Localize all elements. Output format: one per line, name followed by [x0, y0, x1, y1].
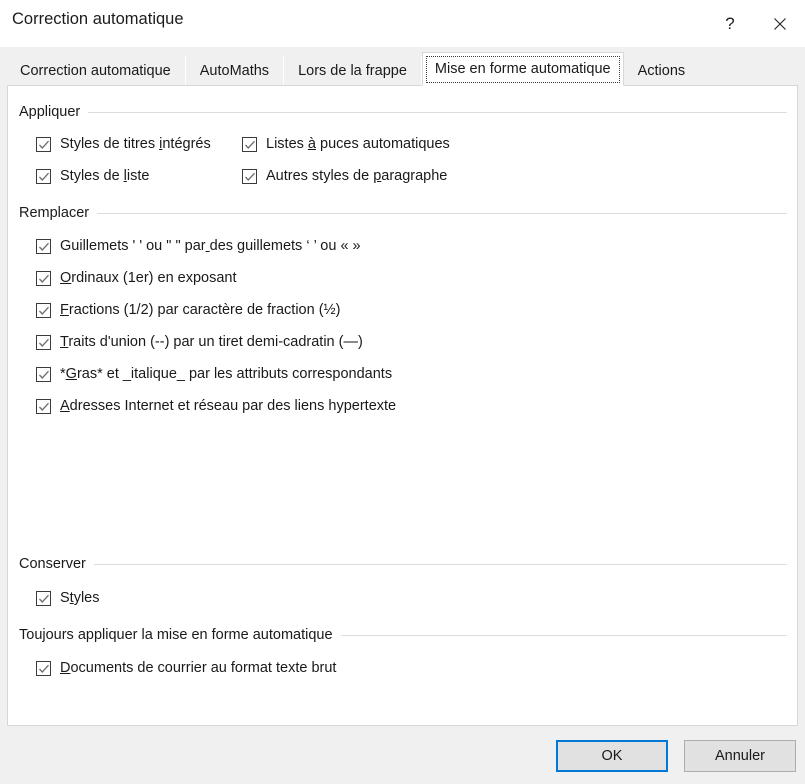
checkbox-box[interactable]	[242, 136, 257, 152]
window-title: Correction automatique	[12, 10, 184, 28]
dialog-footer: OK Annuler	[0, 726, 805, 784]
group-header-appliquer: Appliquer	[19, 104, 787, 120]
accelerator-char	[206, 238, 210, 254]
group-rule	[340, 634, 787, 636]
title-bar: Correction automatique ?	[0, 0, 805, 47]
group-label: Remplacer	[19, 205, 90, 221]
tab-list: Correction automatique AutoMaths Lors de…	[6, 52, 700, 86]
checkbox-label: *Gras* et _italique_ par les attributs c…	[60, 366, 393, 382]
checkbox-box[interactable]	[36, 302, 51, 318]
checkbox-styles[interactable]: Styles	[36, 589, 100, 607]
checkbox-styles-de-titres-integres[interactable]: Styles de titres intégrés	[36, 135, 211, 153]
tab-label: Correction automatique	[20, 63, 171, 79]
checkbox-autres-styles-de-paragraphe[interactable]: Autres styles de paragraphe	[242, 167, 447, 185]
cancel-button[interactable]: Annuler	[684, 740, 796, 772]
tab-label: Actions	[637, 63, 686, 79]
tab-automaths[interactable]: AutoMaths	[185, 56, 285, 86]
checkbox-styles-de-liste[interactable]: Styles de liste	[36, 167, 149, 185]
checkbox-documents-de-courrier[interactable]: Documents de courrier au format texte br…	[36, 659, 336, 677]
checkbox-fractions[interactable]: Fractions (1/2) par caractère de fractio…	[36, 301, 340, 319]
checkbox-label: Adresses Internet et réseau par des lien…	[60, 398, 397, 414]
group-label: Appliquer	[19, 104, 81, 120]
checkbox-label: Guillemets ' ' ou " " par des guillemets…	[60, 238, 361, 254]
tab-strip: Correction automatique AutoMaths Lors de…	[0, 47, 805, 86]
checkbox-adresses-internet[interactable]: Adresses Internet et réseau par des lien…	[36, 397, 396, 415]
group-label: Toujours appliquer la mise en forme auto…	[19, 627, 333, 643]
checkbox-label: Documents de courrier au format texte br…	[60, 660, 337, 676]
accelerator-char: p	[373, 168, 382, 184]
checkbox-label: Styles de titres intégrés	[60, 136, 211, 152]
checkbox-box[interactable]	[242, 168, 257, 184]
accelerator-char: T	[60, 334, 69, 350]
tab-label: AutoMaths	[199, 63, 270, 79]
checkbox-ordinaux-en-exposant[interactable]: Ordinaux (1er) en exposant	[36, 269, 237, 287]
checkbox-label: Styles	[60, 590, 100, 606]
accelerator-char: t	[69, 590, 74, 606]
accelerator-char: F	[60, 302, 69, 318]
ok-button[interactable]: OK	[556, 740, 668, 772]
checkbox-box[interactable]	[36, 398, 51, 414]
group-header-conserver: Conserver	[19, 556, 787, 572]
group-rule	[88, 111, 787, 113]
accelerator-char: G	[65, 366, 77, 382]
checkbox-label: Autres styles de paragraphe	[266, 168, 448, 184]
group-rule	[97, 212, 787, 214]
ok-button-label: OK	[601, 748, 623, 764]
checkbox-label: Styles de liste	[60, 168, 150, 184]
accelerator-char: i	[159, 136, 163, 152]
tab-label: Mise en forme automatique	[434, 61, 611, 77]
checkbox-box[interactable]	[36, 238, 51, 254]
tab-lors-de-la-frappe[interactable]: Lors de la frappe	[284, 56, 422, 86]
checkbox-box[interactable]	[36, 168, 51, 184]
checkbox-box[interactable]	[36, 136, 51, 152]
accelerator-char: D	[60, 660, 71, 676]
group-label: Conserver	[19, 556, 86, 572]
group-rule	[93, 563, 787, 565]
tab-panel-mise-en-forme-automatique: Appliquer Styles de titres intégrés List…	[7, 85, 798, 726]
checkbox-box[interactable]	[36, 660, 51, 676]
checkbox-box[interactable]	[36, 334, 51, 350]
checkbox-label: Ordinaux (1er) en exposant	[60, 270, 237, 286]
help-icon[interactable]: ?	[705, 0, 755, 49]
checkbox-label: Traits d'union (--) par un tiret demi-ca…	[60, 334, 363, 350]
checkbox-box[interactable]	[36, 590, 51, 606]
tab-mise-en-forme-automatique[interactable]: Mise en forme automatique	[421, 52, 624, 86]
window-controls: ?	[705, 0, 805, 47]
accelerator-char: l	[123, 168, 127, 184]
checkbox-traits-d-union[interactable]: Traits d'union (--) par un tiret demi-ca…	[36, 333, 363, 351]
checkbox-guillemets[interactable]: Guillemets ' ' ou " " par des guillemets…	[36, 237, 361, 255]
checkbox-listes-a-puces-automatiques[interactable]: Listes à puces automatiques	[242, 135, 450, 153]
tab-correction-automatique[interactable]: Correction automatique	[6, 56, 186, 86]
group-header-toujours-appliquer: Toujours appliquer la mise en forme auto…	[19, 627, 787, 643]
group-header-remplacer: Remplacer	[19, 205, 787, 221]
checkbox-gras-italique[interactable]: *Gras* et _italique_ par les attributs c…	[36, 365, 392, 383]
accelerator-char: O	[60, 270, 72, 286]
checkbox-label: Listes à puces automatiques	[266, 136, 450, 152]
checkbox-label: Fractions (1/2) par caractère de fractio…	[60, 302, 341, 318]
close-icon[interactable]	[755, 0, 805, 47]
tab-label: Lors de la frappe	[298, 63, 407, 79]
accelerator-char: A	[60, 398, 70, 414]
tab-actions[interactable]: Actions	[623, 56, 700, 86]
cancel-button-label: Annuler	[715, 748, 765, 764]
accelerator-char: à	[307, 136, 316, 152]
checkbox-box[interactable]	[36, 366, 51, 382]
checkbox-box[interactable]	[36, 270, 51, 286]
